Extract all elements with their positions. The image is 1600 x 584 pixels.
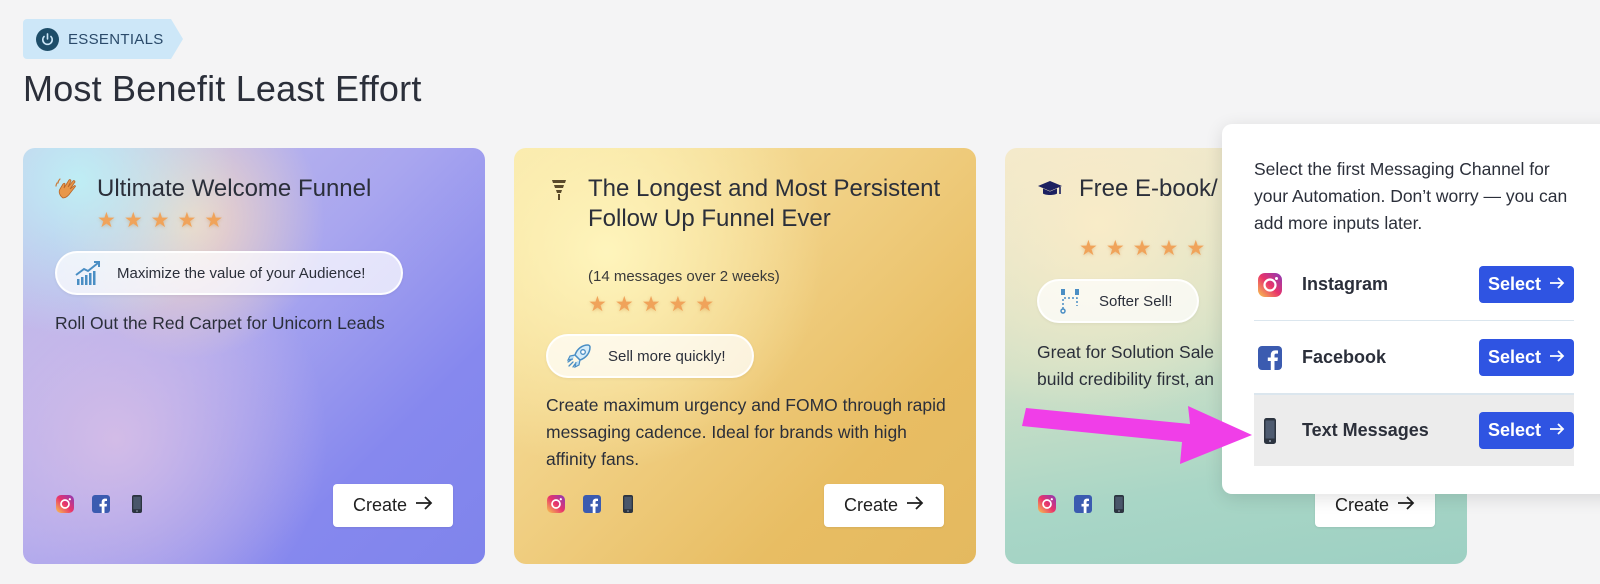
card-title: The Longest and Most Persistent Follow U… [588, 175, 941, 232]
star-icon: ★ [1132, 237, 1152, 260]
option-instagram[interactable]: Instagram Select [1254, 249, 1574, 321]
benefit-pill: Maximize the value of your Audience! [55, 251, 403, 295]
star-icon: ★ [668, 293, 688, 316]
star-rating: ★ ★ ★ ★ ★ [588, 294, 714, 315]
star-icon: ★ [123, 209, 143, 232]
arrow-right-icon [1549, 347, 1565, 368]
select-label: Select [1487, 347, 1542, 367]
phone-icon [1109, 494, 1129, 514]
facebook-icon [582, 494, 602, 514]
card-title: Ultimate Welcome Funnel [97, 175, 372, 202]
star-rating: ★ ★ ★ ★ ★ [97, 210, 223, 231]
arrow-right-icon [1549, 274, 1565, 295]
star-icon: ★ [695, 293, 715, 316]
select-text-messages-button[interactable]: Select [1479, 412, 1574, 449]
create-label: Create [843, 495, 899, 515]
essentials-badge: ESSENTIALS [23, 19, 183, 59]
path-icon [1055, 286, 1085, 316]
phone-icon [127, 494, 147, 514]
instagram-icon [1037, 494, 1057, 514]
star-icon: ★ [641, 293, 661, 316]
popup-instructions: Select the first Messaging Channel for y… [1254, 159, 1568, 233]
arrow-right-icon [415, 495, 433, 516]
option-label: Instagram [1302, 274, 1389, 294]
create-button[interactable]: Create [824, 484, 944, 527]
phone-icon [618, 494, 638, 514]
template-card-welcome[interactable]: Ultimate Welcome Funnel ★ ★ ★ ★ ★ Maximize t… [23, 148, 485, 564]
star-icon: ★ [1105, 237, 1125, 260]
select-label: Select [1487, 420, 1542, 440]
instagram-icon [55, 494, 75, 514]
instagram-icon [1256, 271, 1284, 299]
facebook-icon [1073, 494, 1093, 514]
card-description: Roll Out the Red Carpet for Unicorn Lead… [55, 313, 385, 333]
pill-label: Softer Sell! [1099, 292, 1173, 310]
card-description: Create maximum urgency and FOMO through … [546, 395, 946, 469]
page-title: Most Benefit Least Effort [23, 68, 422, 109]
select-label: Select [1487, 274, 1542, 294]
funnel-icon [546, 176, 572, 202]
channel-select-popup: Select the first Messaging Channel for y… [1222, 124, 1600, 494]
pill-label: Maximize the value of your Audience! [117, 264, 366, 282]
create-label: Create [1334, 495, 1390, 515]
select-instagram-button[interactable]: Select [1479, 266, 1574, 303]
channel-icons [1037, 494, 1129, 514]
star-rating: ★ ★ ★ ★ ★ [1079, 238, 1205, 259]
star-icon: ★ [1159, 237, 1179, 260]
channel-icons [55, 494, 147, 514]
arrow-right-icon [1549, 420, 1565, 441]
badge-label: ESSENTIALS [68, 30, 164, 48]
template-card-follow-up[interactable]: The Longest and Most Persistent Follow U… [514, 148, 976, 564]
select-facebook-button[interactable]: Select [1479, 339, 1574, 376]
phone-icon [1256, 417, 1284, 445]
create-label: Create [352, 495, 408, 515]
instagram-icon [546, 494, 566, 514]
arrow-right-icon [906, 495, 924, 516]
growth-chart-icon [73, 258, 103, 288]
facebook-icon [91, 494, 111, 514]
benefit-pill: Sell more quickly! [546, 334, 754, 378]
star-icon: ★ [97, 209, 116, 232]
star-icon: ★ [150, 209, 170, 232]
star-icon: ★ [588, 293, 607, 316]
power-icon [36, 27, 59, 51]
arrow-right-icon [1397, 495, 1415, 516]
create-button[interactable]: Create [333, 484, 453, 527]
graduation-cap-icon [1037, 176, 1063, 202]
channel-icons [546, 494, 638, 514]
card-description: Great for Solution Sale build credibilit… [1037, 342, 1215, 389]
facebook-icon [1256, 344, 1284, 372]
option-facebook[interactable]: Facebook Select [1254, 322, 1574, 394]
star-icon: ★ [1186, 237, 1206, 260]
star-icon: ★ [614, 293, 634, 316]
card-subtitle: (14 messages over 2 weeks) [588, 268, 780, 285]
pill-label: Sell more quickly! [608, 347, 726, 365]
rocket-icon [564, 341, 594, 371]
benefit-pill: Softer Sell! [1037, 279, 1199, 323]
option-label: Text Messages [1302, 420, 1429, 440]
star-icon: ★ [177, 209, 197, 232]
option-label: Facebook [1302, 347, 1387, 367]
option-text-messages[interactable]: Text Messages Select [1254, 394, 1574, 466]
waving-hand-icon [55, 176, 81, 202]
star-icon: ★ [204, 209, 224, 232]
star-icon: ★ [1079, 237, 1098, 260]
